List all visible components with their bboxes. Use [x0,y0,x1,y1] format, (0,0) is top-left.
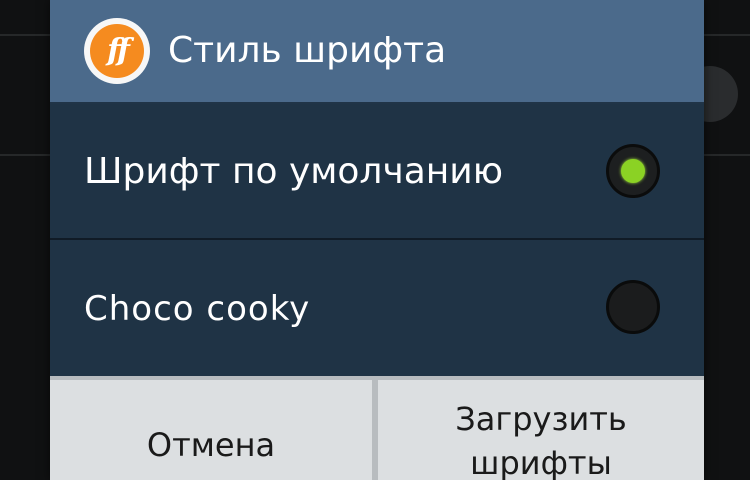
dialog-button-row: Отмена Загрузить шрифты [50,376,704,480]
radio-dot-icon [621,159,645,183]
cancel-button[interactable]: Отмена [50,380,372,480]
download-fonts-button[interactable]: Загрузить шрифты [378,380,704,480]
option-default-font[interactable]: Шрифт по умолчанию [50,104,704,240]
ff-logo-icon: ff [84,18,150,84]
radio-unselected-icon[interactable] [606,280,660,334]
radio-selected-icon[interactable] [606,144,660,198]
font-style-dialog: ff Стиль шрифта Шрифт по умолчанию Choco… [50,0,704,480]
download-button-label-line1: Загрузить [455,400,627,438]
option-label: Шрифт по умолчанию [84,151,504,192]
option-choco-cooky[interactable]: Choco cooky [50,240,704,376]
cancel-button-label: Отмена [146,426,276,464]
download-button-label-line2: шрифты [470,444,612,480]
dialog-title-bar: ff Стиль шрифта [50,0,704,104]
ff-logo-mark: ff [90,24,144,78]
dialog-title: Стиль шрифта [168,30,447,71]
option-label: Choco cooky [84,289,311,329]
